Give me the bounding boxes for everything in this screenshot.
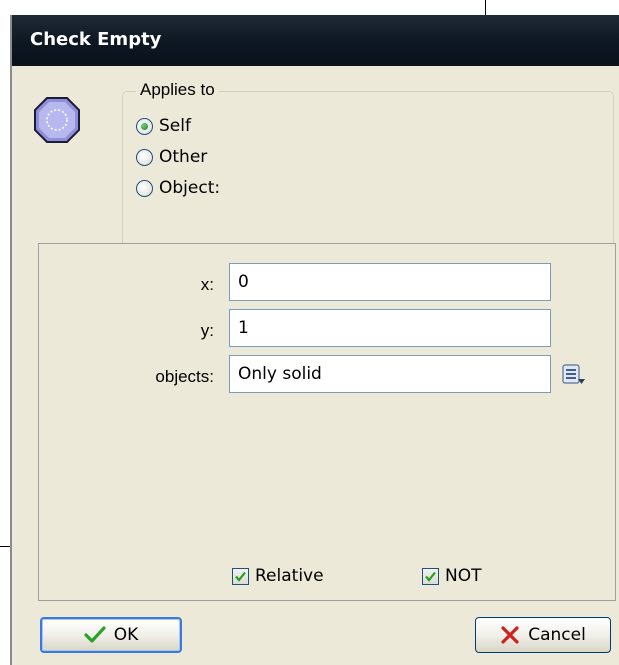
relative-check-box[interactable] bbox=[232, 567, 249, 585]
x-label: x: bbox=[200, 275, 214, 294]
y-label: y: bbox=[200, 321, 214, 340]
objects-input[interactable]: Only solid bbox=[229, 355, 551, 393]
radio-other[interactable]: Other bbox=[136, 146, 207, 168]
objects-label: objects: bbox=[155, 367, 214, 386]
checkmark-icon bbox=[84, 626, 106, 643]
x-input[interactable]: 0 bbox=[229, 263, 551, 301]
radio-self-button[interactable] bbox=[136, 117, 153, 135]
x-icon bbox=[501, 626, 519, 644]
radio-object[interactable]: Object: bbox=[136, 177, 220, 199]
cancel-label: Cancel bbox=[528, 625, 586, 645]
radio-object-label: Object: bbox=[159, 178, 221, 198]
background-window-edge bbox=[485, 0, 486, 15]
relative-checkbox[interactable]: Relative bbox=[232, 565, 324, 587]
y-input[interactable]: 1 bbox=[229, 309, 551, 347]
checkmark-icon bbox=[235, 571, 246, 582]
check-empty-dialog: Check Empty Applies to Self Other Object… bbox=[10, 15, 619, 665]
radio-self-label: Self bbox=[159, 116, 191, 136]
relative-label: Relative bbox=[255, 566, 324, 586]
applies-to-group bbox=[122, 91, 614, 249]
not-checkbox[interactable]: NOT bbox=[422, 565, 481, 587]
applies-to-legend: Applies to bbox=[136, 80, 219, 100]
cancel-button[interactable]: Cancel bbox=[475, 617, 611, 653]
not-check-box[interactable] bbox=[422, 567, 439, 585]
radio-object-button[interactable] bbox=[136, 179, 153, 197]
window-title: Check Empty bbox=[30, 29, 162, 50]
menu-list-icon[interactable] bbox=[561, 362, 587, 388]
ok-label: OK bbox=[113, 625, 139, 645]
checkmark-icon bbox=[425, 571, 436, 582]
ok-button[interactable]: OK bbox=[40, 617, 182, 653]
not-label: NOT bbox=[445, 566, 482, 586]
radio-self[interactable]: Self bbox=[136, 115, 191, 137]
radio-other-button[interactable] bbox=[136, 148, 153, 166]
background-window-edge bbox=[0, 546, 10, 547]
radio-other-label: Other bbox=[159, 147, 208, 167]
title-bar[interactable]: Check Empty bbox=[12, 15, 619, 66]
octagon-icon bbox=[34, 97, 80, 143]
